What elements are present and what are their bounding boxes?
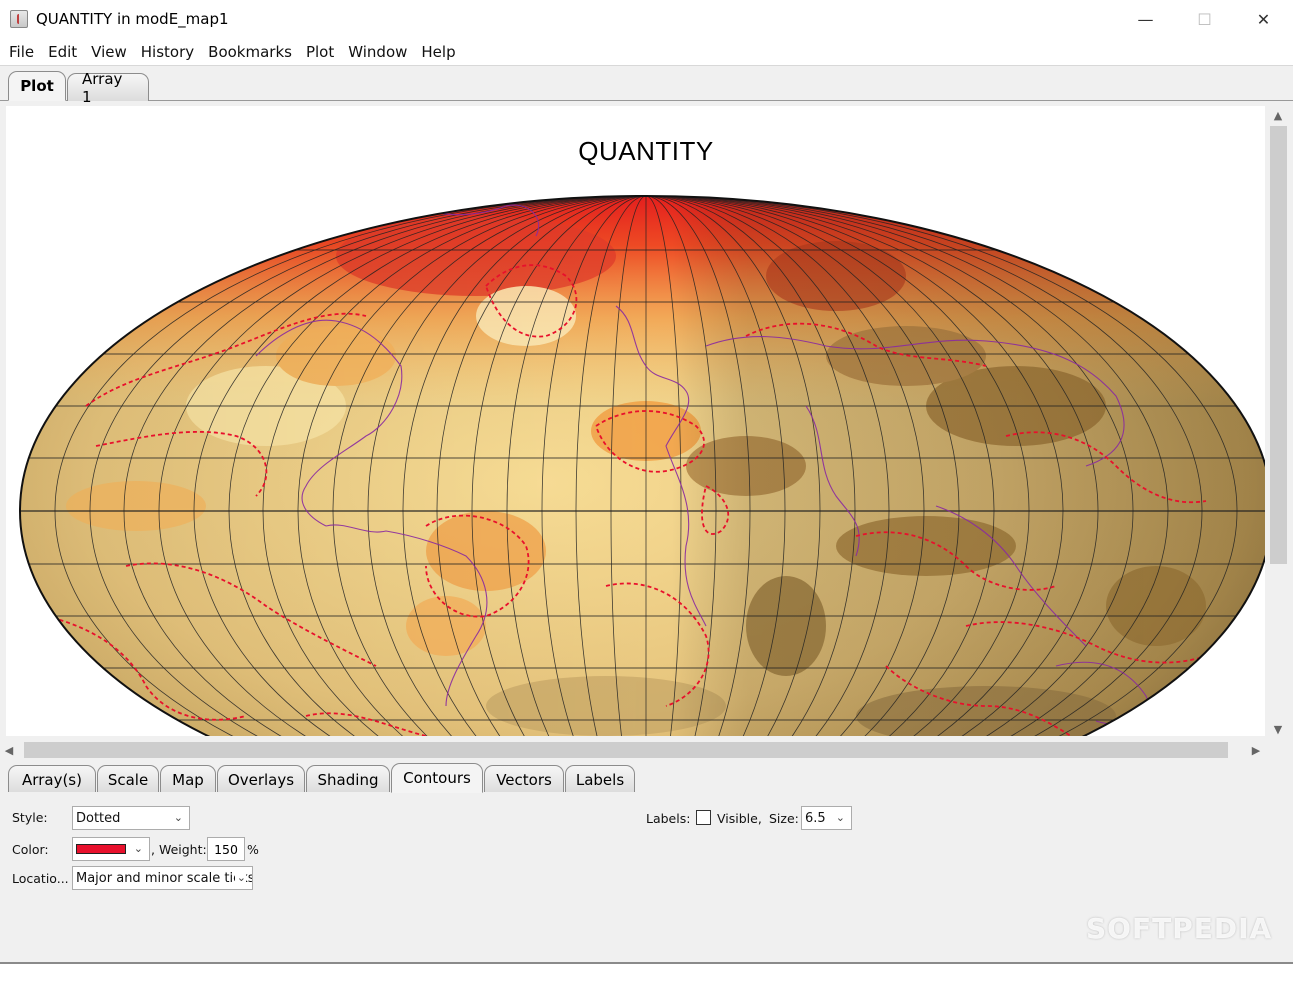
color-select[interactable]: ⌄ <box>72 837 150 861</box>
menu-plot[interactable]: Plot <box>299 43 341 61</box>
vertical-scroll-thumb[interactable] <box>1270 126 1287 564</box>
menu-bookmarks[interactable]: Bookmarks <box>201 43 299 61</box>
tab-arrays[interactable]: Array(s) <box>8 765 96 793</box>
size-select[interactable]: 6.5 ⌄ <box>801 806 852 830</box>
settings-tab-strip: Array(s) Scale Map Overlays Shading Cont… <box>0 761 1293 793</box>
color-label: Color: <box>12 842 49 857</box>
world-map-plot <box>19 195 1265 736</box>
style-select[interactable]: Dotted ⌄ <box>72 806 190 830</box>
tab-labels[interactable]: Labels <box>565 765 635 793</box>
tab-array-1[interactable]: Array 1 <box>67 70 149 106</box>
color-swatch <box>76 844 126 854</box>
style-select-value: Dotted <box>76 810 121 826</box>
close-button[interactable]: ✕ <box>1234 0 1293 38</box>
chevron-down-icon: ⌄ <box>173 811 183 824</box>
tab-shading[interactable]: Shading <box>306 765 390 793</box>
scroll-left-arrow[interactable]: ◀ <box>0 741 18 759</box>
visible-label: Visible, <box>717 811 762 826</box>
plot-horizontal-scrollbar[interactable]: ◀ ▶ <box>5 740 1267 760</box>
menu-edit[interactable]: Edit <box>41 43 84 61</box>
labels-label: Labels: <box>646 811 691 826</box>
weight-label: , Weight: <box>151 842 207 857</box>
window-title: QUANTITY in modE_map1 <box>36 10 229 28</box>
tab-scale[interactable]: Scale <box>97 765 159 793</box>
status-bar <box>0 962 1293 987</box>
chevron-down-icon: ⌄ <box>234 871 246 884</box>
menu-history[interactable]: History <box>134 43 201 61</box>
plot-canvas[interactable]: QUANTITY <box>6 106 1265 736</box>
tab-map[interactable]: Map <box>160 765 216 793</box>
tab-overlays[interactable]: Overlays <box>217 765 305 793</box>
chevron-down-icon: ⌄ <box>835 811 845 824</box>
menu-help[interactable]: Help <box>414 43 462 61</box>
size-select-value: 6.5 <box>805 810 826 826</box>
size-label: Size: <box>769 811 799 826</box>
scroll-right-arrow[interactable]: ▶ <box>1247 741 1265 759</box>
location-label: Locatio... <box>12 871 69 886</box>
scroll-down-arrow[interactable]: ▼ <box>1267 720 1289 738</box>
menu-bar: File Edit View History Bookmarks Plot Wi… <box>0 38 1293 66</box>
tab-contours[interactable]: Contours <box>391 763 483 793</box>
location-select[interactable]: Major and minor scale ticks ⌄ <box>72 866 253 890</box>
weight-unit: % <box>247 842 259 857</box>
title-bar: QUANTITY in modE_map1 — ☐ ✕ <box>0 0 1293 38</box>
java-app-icon <box>10 10 28 28</box>
horizontal-scroll-thumb[interactable] <box>24 742 1228 758</box>
location-select-value: Major and minor scale ticks <box>76 870 253 886</box>
menu-window[interactable]: Window <box>341 43 414 61</box>
chevron-down-icon: ⌄ <box>133 842 143 855</box>
labels-visible-checkbox[interactable] <box>696 810 711 825</box>
tab-vectors[interactable]: Vectors <box>484 765 564 793</box>
weight-input[interactable]: 150 <box>207 837 245 861</box>
scroll-up-arrow[interactable]: ▲ <box>1267 106 1289 124</box>
style-label: Style: <box>12 810 48 825</box>
menu-view[interactable]: View <box>84 43 134 61</box>
minimize-button[interactable]: — <box>1116 0 1175 38</box>
plot-vertical-scrollbar[interactable]: ▲ ▼ <box>1267 106 1289 742</box>
window-controls: — ☐ ✕ <box>1116 0 1293 38</box>
menu-file[interactable]: File <box>2 43 41 61</box>
top-tab-strip: Plot Array 1 <box>0 69 1293 106</box>
tab-plot[interactable]: Plot <box>8 71 66 101</box>
maximize-button[interactable]: ☐ <box>1175 0 1234 38</box>
softpedia-watermark: SOFTPEDIA <box>1086 912 1273 945</box>
